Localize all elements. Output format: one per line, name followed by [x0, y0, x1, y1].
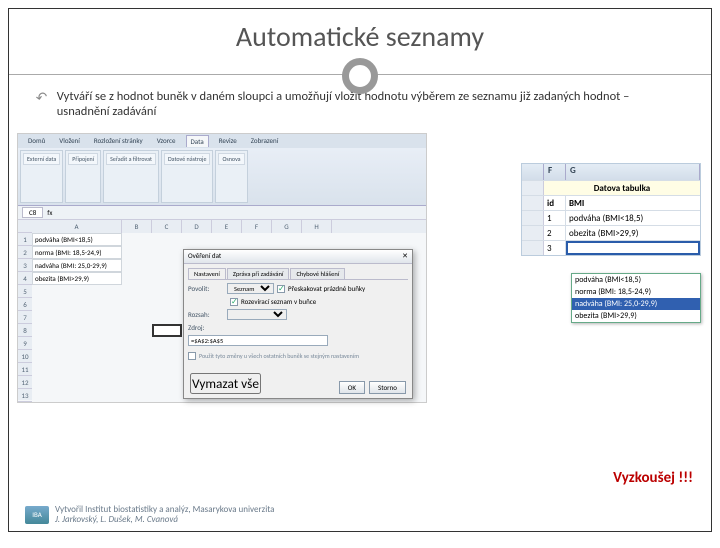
clear-all-button[interactable]: Vymazat vše — [190, 373, 261, 394]
iba-logo: IBA — [25, 506, 49, 524]
tab-view[interactable]: Zobrazení — [247, 135, 283, 147]
active-dropdown-cell[interactable] — [566, 241, 700, 255]
row-headers: 12 34 56 78 910 1112 13 — [18, 220, 32, 400]
tab-layout[interactable]: Rozložení stránky — [90, 135, 147, 147]
list-item[interactable]: obezita (BMI>29,9) — [572, 310, 700, 322]
table-row: 1podváha (BMI<18,5) — [522, 210, 700, 225]
ribbon-connections[interactable]: Připojení — [68, 153, 98, 165]
ok-button[interactable]: OK — [339, 381, 365, 394]
header-bmi: BMI — [569, 198, 584, 209]
col-f: F — [544, 164, 566, 180]
table-heading: Datova tabulka — [544, 181, 700, 195]
tab-home[interactable]: Domů — [24, 135, 49, 147]
cell-a4[interactable]: nadváha (BMI: 25,0-29,9) — [32, 259, 122, 272]
tab-review[interactable]: Revize — [215, 135, 241, 147]
excel-right-panel: FG Datova tabulka id BMI 1podváha (BMI<18… — [521, 163, 701, 256]
cancel-button[interactable]: Storno — [369, 381, 406, 394]
data-validation-dialog: Ověření dat ✕ Nastavení Zpráva při zadává… — [183, 249, 413, 399]
decorative-circle — [342, 58, 378, 94]
cell-a3[interactable]: norma (BMI: 18,5-24,9) — [32, 246, 122, 259]
col-headers: A B C D E F G H — [32, 220, 426, 233]
footer-text: Vytvořil Institut biostatistiky a analýz… — [55, 505, 275, 525]
tab-data[interactable]: Data — [186, 135, 209, 147]
ribbon-data-tools[interactable]: Datové nástroje — [164, 153, 211, 165]
cell-a5[interactable]: obezita (BMI>29,9) — [32, 272, 122, 285]
ribbon: Externí data Připojení Seřadit a filtrov… — [18, 148, 426, 206]
selected-cell[interactable] — [152, 324, 182, 337]
name-box[interactable]: C8 — [22, 207, 43, 218]
source-input[interactable] — [188, 335, 328, 346]
page-title: Automatické seznamy — [9, 9, 711, 58]
col-g: G — [566, 164, 700, 180]
chk-skip-blank[interactable] — [277, 285, 285, 293]
label-source: Zdroj: — [188, 323, 224, 332]
ribbon-external-data[interactable]: Externí data — [23, 153, 60, 165]
list-item-selected[interactable]: nadváha (BMI: 25,0-29,9) — [572, 298, 700, 310]
label-allow: Povolit: — [188, 284, 224, 293]
table-row: 3 — [522, 240, 700, 255]
list-item[interactable]: norma (BMI: 18,5-24,9) — [572, 286, 700, 298]
dropdown-list[interactable]: podváha (BMI<18,5) norma (BMI: 18,5-24,9… — [571, 273, 701, 323]
chk-apply-all[interactable] — [188, 352, 196, 360]
range-select[interactable] — [227, 309, 287, 320]
tab-insert[interactable]: Vložení — [55, 135, 84, 147]
close-icon[interactable]: ✕ — [402, 251, 408, 262]
dlg-tab-error[interactable]: Chybové hlášení — [290, 268, 345, 279]
try-it-label: Vyzkoušej !!! — [613, 469, 693, 487]
dialog-title: Ověření dat — [188, 251, 221, 262]
chk-dropdown[interactable] — [230, 298, 238, 306]
ribbon-sort-filter[interactable]: Seřadit a filtrovat — [106, 153, 156, 165]
table-row: 2obezita (BMI>29,9) — [522, 225, 700, 240]
dlg-tab-settings[interactable]: Nastavení — [188, 268, 226, 279]
list-item[interactable]: podváha (BMI<18,5) — [572, 274, 700, 286]
dlg-tab-input-msg[interactable]: Zpráva při zadávání — [227, 268, 290, 279]
cell-a2[interactable]: podváha (BMI<18,5) — [32, 233, 122, 246]
screenshot-area: Domů Vložení Rozložení stránky Vzorce Da… — [17, 133, 703, 413]
header-id: id — [547, 198, 554, 209]
formula-bar[interactable]: C8 fx — [18, 206, 426, 220]
fx-icon[interactable]: fx — [47, 208, 52, 217]
excel-window: Domů Vložení Rozložení stránky Vzorce Da… — [17, 133, 427, 403]
allow-select[interactable]: Seznam — [227, 283, 274, 294]
ribbon-tabs[interactable]: Domů Vložení Rozložení stránky Vzorce Da… — [18, 134, 426, 148]
label-range: Rozsah: — [188, 310, 224, 319]
tab-formulas[interactable]: Vzorce — [153, 135, 180, 147]
ribbon-outline[interactable]: Osnova — [218, 153, 244, 165]
